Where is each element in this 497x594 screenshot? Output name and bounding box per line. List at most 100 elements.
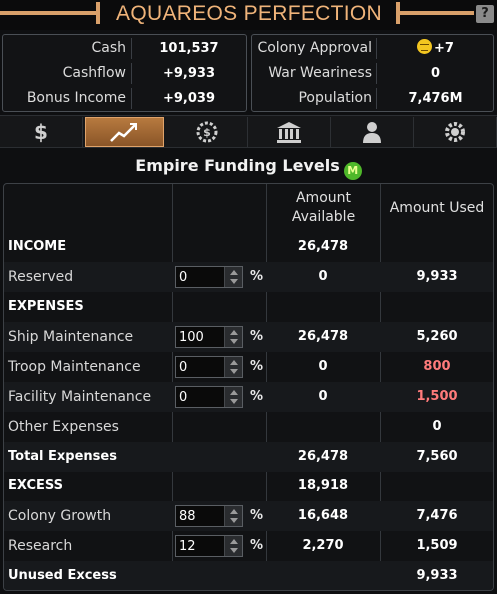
stepper-arrows[interactable] bbox=[224, 536, 242, 556]
population-summary-panel: Colony Approval +7 War Weariness 0 Populatio… bbox=[251, 34, 494, 112]
increment-arrow-icon[interactable] bbox=[230, 330, 238, 335]
increment-arrow-icon[interactable] bbox=[230, 390, 238, 395]
summary-row: Bonus Income +9,039 bbox=[3, 86, 246, 111]
stepper-arrows[interactable] bbox=[224, 327, 242, 347]
summary-divider bbox=[376, 63, 377, 84]
stepper-arrows[interactable] bbox=[224, 506, 242, 527]
percentage-value[interactable]: 0 bbox=[179, 387, 187, 407]
summary-divider bbox=[131, 38, 132, 59]
percent-sign: % bbox=[250, 389, 264, 404]
summary-value: +9,039 bbox=[133, 86, 245, 111]
funding-row-label: Ship Maintenance bbox=[8, 329, 134, 345]
percent-sign: % bbox=[250, 359, 264, 374]
summary-divider bbox=[131, 63, 132, 84]
decrement-arrow-icon[interactable] bbox=[230, 339, 238, 344]
amount-used: 800 bbox=[423, 359, 451, 374]
funding-row: Unused Excess 9,933 bbox=[4, 560, 493, 590]
funding-row-label: Troop Maintenance bbox=[8, 359, 141, 375]
funding-table: Amount Available Amount Used INCOME 26,47… bbox=[3, 183, 494, 591]
percentage-value[interactable]: 0 bbox=[179, 267, 187, 287]
tab-government-building[interactable] bbox=[249, 117, 332, 147]
funding-row: Other Expenses 0 bbox=[4, 412, 493, 442]
funding-row: EXCESS 18,918 bbox=[4, 471, 493, 501]
funding-row: Facility Maintenance 0% 0 1,500 bbox=[4, 382, 493, 412]
tab-person[interactable] bbox=[331, 117, 415, 147]
funding-row: Colony Growth 88% 16,648 7,476 bbox=[4, 501, 493, 532]
funding-title-text: Empire Funding Levels bbox=[135, 156, 340, 175]
tab-gear-shield[interactable] bbox=[414, 117, 497, 147]
percentage-stepper[interactable]: 88 bbox=[175, 505, 243, 528]
decrement-arrow-icon[interactable] bbox=[230, 369, 238, 374]
dollar-icon: $ bbox=[30, 120, 52, 144]
percentage-stepper[interactable]: 0 bbox=[175, 386, 243, 408]
percent-sign: % bbox=[250, 269, 264, 284]
percent-sign: % bbox=[250, 508, 264, 524]
percentage-stepper[interactable]: 12 bbox=[175, 535, 243, 557]
summary-label: War Weariness bbox=[268, 65, 372, 81]
stepper-arrows[interactable] bbox=[224, 357, 242, 377]
person-icon bbox=[361, 120, 383, 144]
economy-summary-panel: Cash 101,537 Cashflow +9,933 Bonus Income +9,… bbox=[2, 34, 247, 112]
amount-used: 7,560 bbox=[416, 448, 458, 464]
percentage-stepper[interactable]: 0 bbox=[175, 266, 243, 288]
title-line-right bbox=[398, 11, 474, 15]
stepper-arrows[interactable] bbox=[224, 387, 242, 407]
title-line-left bbox=[0, 11, 98, 15]
percentage-stepper[interactable]: 0 bbox=[175, 356, 243, 378]
funding-row-label: EXPENSES bbox=[8, 299, 84, 314]
percentage-value[interactable]: 88 bbox=[179, 506, 196, 526]
summary-row: Cashflow +9,933 bbox=[3, 61, 246, 86]
increment-arrow-icon[interactable] bbox=[230, 539, 238, 544]
amount-available: 26,478 bbox=[297, 329, 349, 344]
gear-shield-icon bbox=[443, 120, 467, 144]
funding-row-label: Total Expenses bbox=[8, 448, 117, 464]
trend-chart-icon bbox=[109, 121, 139, 143]
summary-divider bbox=[131, 88, 132, 109]
decrement-arrow-icon[interactable] bbox=[230, 518, 238, 524]
funding-row-label: Facility Maintenance bbox=[8, 389, 152, 405]
percentage-value[interactable]: 0 bbox=[179, 357, 187, 377]
funding-row: EXPENSES bbox=[4, 292, 493, 322]
stepper-arrows[interactable] bbox=[224, 267, 242, 287]
summary-value-text: +9,039 bbox=[162, 91, 215, 106]
amount-available: 0 bbox=[318, 359, 328, 374]
government-building-icon bbox=[276, 120, 302, 144]
tab-dollar[interactable]: $ bbox=[0, 117, 83, 147]
summary-divider bbox=[376, 88, 377, 109]
amount-available: 26,478 bbox=[297, 239, 349, 254]
percentage-value[interactable]: 12 bbox=[179, 536, 196, 556]
percentage-value[interactable]: 100 bbox=[179, 327, 204, 347]
percentage-stepper[interactable]: 100 bbox=[175, 326, 243, 348]
funding-row-label: Colony Growth bbox=[8, 508, 112, 525]
increment-arrow-icon[interactable] bbox=[230, 270, 238, 275]
summary-row: Population 7,476M bbox=[252, 86, 493, 111]
percent-sign: % bbox=[250, 329, 264, 344]
funding-row-label: INCOME bbox=[8, 239, 67, 254]
tab-coin-gear[interactable]: $ bbox=[166, 117, 249, 147]
amount-used: 7,476 bbox=[416, 508, 458, 524]
help-button[interactable]: ? bbox=[476, 5, 494, 23]
title-bar: AQUAREOS PERFECTION ? bbox=[0, 0, 497, 30]
summary-value: +7 bbox=[378, 36, 493, 61]
summary-label: Population bbox=[298, 90, 372, 106]
tab-bar: $ $ bbox=[0, 115, 497, 148]
decrement-arrow-icon[interactable] bbox=[230, 399, 238, 404]
decrement-arrow-icon[interactable] bbox=[230, 548, 238, 553]
increment-arrow-icon[interactable] bbox=[230, 509, 238, 515]
funding-row: INCOME 26,478 bbox=[4, 232, 493, 262]
summary-row: Cash 101,537 bbox=[3, 36, 246, 61]
summary-value: 101,537 bbox=[133, 36, 245, 61]
funding-row-label: Unused Excess bbox=[8, 567, 117, 583]
summary-label: Colony Approval bbox=[257, 40, 372, 56]
funding-row-label: Other Expenses bbox=[8, 418, 119, 435]
increment-arrow-icon[interactable] bbox=[230, 360, 238, 365]
summary-value-text: 0 bbox=[430, 66, 441, 81]
summary-row: War Weariness 0 bbox=[252, 61, 493, 86]
decrement-arrow-icon[interactable] bbox=[230, 279, 238, 284]
amount-available: 0 bbox=[318, 389, 328, 404]
tab-trend-chart[interactable] bbox=[84, 117, 164, 147]
funding-row: Research 12% 2,270 1,509 bbox=[4, 531, 493, 561]
percent-sign: % bbox=[250, 538, 264, 553]
amount-used: 1,509 bbox=[416, 538, 458, 553]
amount-used: 5,260 bbox=[416, 329, 458, 344]
